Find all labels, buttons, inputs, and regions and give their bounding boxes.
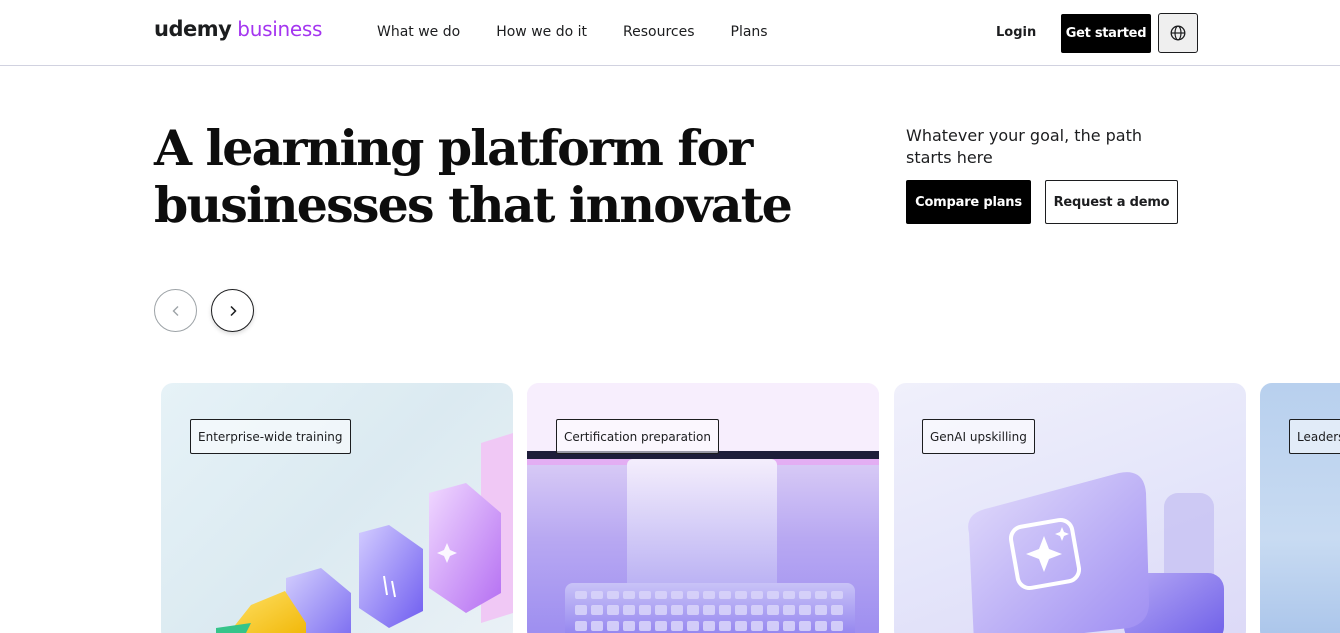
card-genai[interactable]: GenAI upskilling [894,383,1246,633]
chevron-left-icon [172,305,178,316]
login-link[interactable]: Login [996,25,1036,40]
nav-item-resources[interactable]: Resources [623,24,695,40]
logo-udemy-text: udemy [154,17,232,41]
card-leadership[interactable]: Leaders [1260,383,1340,633]
hero-title-line-1: A learning platform for [154,119,753,177]
site-header: udemy business What we do How we do it R… [0,0,1340,66]
card-tag: Leaders [1289,419,1340,454]
udemy-business-logo[interactable]: udemy business [154,17,322,47]
compare-plans-button[interactable]: Compare plans [906,180,1031,224]
hero-title: A learning platform for businesses that … [154,120,834,234]
main-nav: What we do How we do it Resources Plans [377,24,804,40]
request-demo-button[interactable]: Request a demo [1045,180,1178,224]
nav-item-how-we-do-it[interactable]: How we do it [496,24,587,40]
nav-item-what-we-do[interactable]: What we do [377,24,460,40]
nav-item-plans[interactable]: Plans [731,24,768,40]
logo-business-text: business [237,17,323,41]
card-certification[interactable]: Certification preparation [527,383,879,633]
chevron-right-icon [229,305,237,316]
card-enterprise-training[interactable]: Enterprise-wide training [161,383,513,633]
carousel-next-button[interactable] [211,289,254,332]
hero-subtitle: Whatever your goal, the path starts here [906,126,1143,167]
get-started-button[interactable]: Get started [1061,14,1151,53]
card-tag: Enterprise-wide training [190,419,351,454]
card-tag: Certification preparation [556,419,719,454]
globe-icon [1170,25,1186,41]
carousel-prev-button[interactable] [154,289,197,332]
card-tag: GenAI upskilling [922,419,1035,454]
language-button[interactable] [1158,13,1198,53]
hero-title-line-2: businesses that innovate [154,176,793,234]
